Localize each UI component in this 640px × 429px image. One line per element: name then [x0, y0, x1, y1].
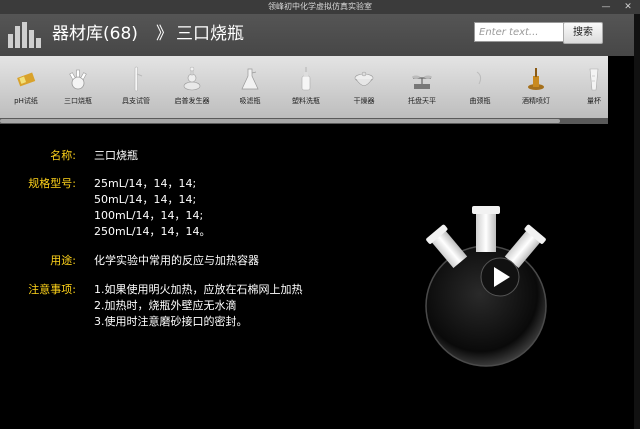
tool-three-neck-flask[interactable]: 三口烧瓶	[50, 56, 106, 118]
wash-bottle-icon	[301, 67, 311, 91]
search-input[interactable]	[474, 22, 564, 42]
suction-flask-icon	[241, 68, 259, 90]
search-button[interactable]: 搜索	[563, 22, 603, 44]
spec-value-2: 50mL/14，14，14;	[94, 193, 197, 206]
tool-retort[interactable]: 曲颈瓶	[452, 56, 508, 118]
window-scrollbar[interactable]	[634, 14, 640, 429]
library-logo-icon	[8, 22, 42, 48]
spec-label: 规格型号:	[28, 177, 76, 190]
library-title[interactable]: 器材库(68)	[52, 22, 138, 46]
spec-value-1: 25mL/14，14，14;	[94, 177, 197, 190]
alcohol-blowtorch-icon	[528, 68, 544, 90]
use-label: 用途:	[50, 254, 76, 267]
desiccator-icon	[354, 71, 374, 86]
spec-value-3: 100mL/14，14，14;	[94, 209, 204, 222]
name-label: 名称:	[50, 149, 76, 162]
tool-branch-test-tube[interactable]: 具支试管	[108, 56, 164, 118]
tool-measuring-cup[interactable]: 量杯	[566, 56, 622, 118]
notes-label: 注意事项:	[28, 283, 76, 296]
window-titlebar: 领峰初中化学虚拟仿真实验室 — ✕	[0, 0, 640, 14]
tool-label: 量杯	[587, 97, 601, 105]
note-1: 1.如果使用明火加热，应放在石棉网上加热	[94, 283, 303, 296]
spec-value-4: 250mL/14，14，14。	[94, 225, 211, 238]
close-button[interactable]: ✕	[620, 0, 636, 14]
tool-suction-flask[interactable]: 吸滤瓶	[222, 56, 278, 118]
kipp-generator-icon	[183, 66, 201, 91]
three-neck-flask-image	[425, 206, 547, 367]
measuring-cup-icon	[589, 68, 599, 91]
three-neck-flask-icon	[69, 69, 87, 90]
header-bar: 器材库(68) 》 三口烧瓶 搜索	[0, 14, 640, 56]
tool-kipp-generator[interactable]: 启普发生器	[164, 56, 220, 118]
note-2: 2.加热时，烧瓶外壁应无水滴	[94, 299, 237, 312]
tool-desiccator[interactable]: 干燥器	[336, 56, 392, 118]
branch-test-tube-icon	[134, 66, 143, 92]
tool-balance[interactable]: 托盘天平	[394, 56, 450, 118]
note-3: 3.使用时注意磨砂接口的密封。	[94, 315, 248, 328]
tool-ph-paper[interactable]: pH试纸	[0, 56, 54, 118]
retort-icon	[476, 71, 482, 85]
tool-alcohol-blowtorch[interactable]: 酒精喷灯	[508, 56, 564, 118]
minimize-button[interactable]: —	[598, 0, 614, 14]
play-button[interactable]	[480, 257, 520, 297]
use-value: 化学实验中常用的反应与加热容器	[94, 254, 259, 267]
window-title: 领峰初中化学虚拟仿真实验室	[268, 2, 372, 11]
name-value: 三口烧瓶	[94, 149, 138, 162]
balance-icon	[412, 75, 432, 89]
equipment-toolbar: pH试纸 三口烧瓶 具支试管 启普发生器 吸滤瓶 塑料洗瓶 干燥器 托盘天平 曲…	[0, 56, 608, 118]
toolbar-scroll-thumb[interactable]	[0, 119, 560, 123]
breadcrumb-current: 三口烧瓶	[176, 24, 244, 44]
tool-wash-bottle[interactable]: 塑料洗瓶	[278, 56, 334, 118]
ph-paper-icon	[17, 72, 36, 87]
toolbar-scrollbar[interactable]	[0, 118, 608, 124]
breadcrumb-separator: 》	[156, 24, 173, 44]
